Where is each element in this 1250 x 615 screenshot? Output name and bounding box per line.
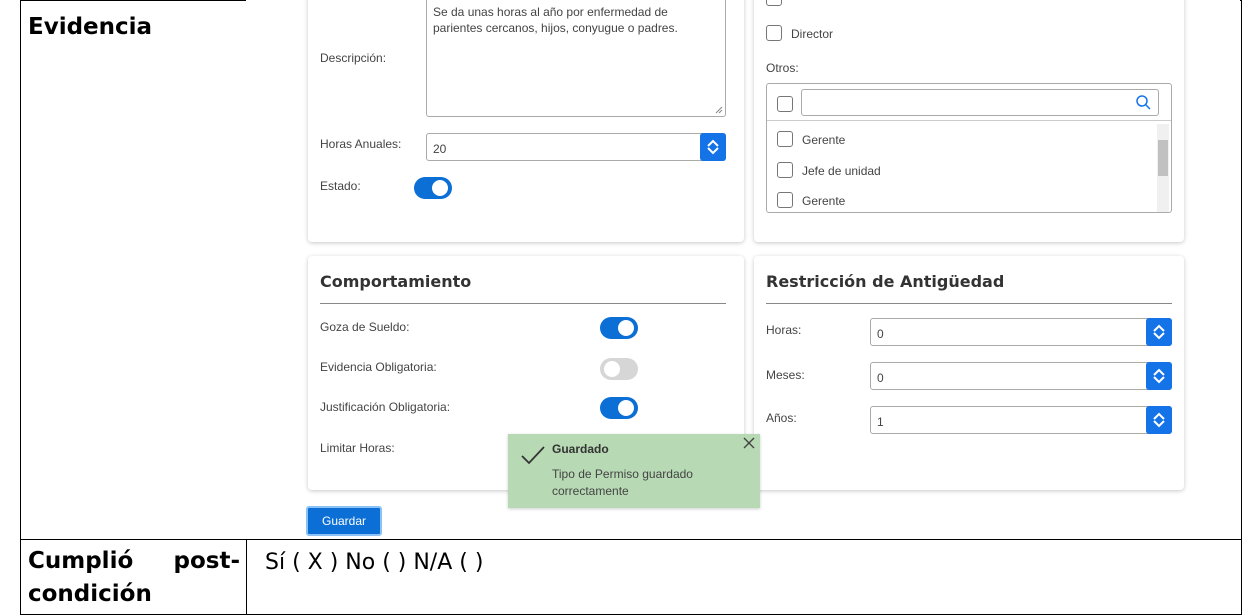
chevron-up-icon[interactable] [1153, 324, 1165, 332]
chevron-down-icon[interactable] [707, 147, 719, 155]
years-value: 1 [877, 415, 884, 429]
search-icon[interactable] [1136, 95, 1151, 110]
screenshot-region: Descripción: Se da unas horas al año por… [246, 0, 1240, 539]
months-input[interactable]: 0 [870, 362, 1172, 390]
annual-hours-label: Horas Anuales: [320, 137, 402, 151]
director-label: Director [791, 27, 834, 41]
evidence-label-cell [20, 0, 247, 540]
annual-hours-stepper[interactable] [700, 133, 726, 161]
close-icon[interactable] [742, 436, 756, 450]
role-item-checkbox[interactable] [777, 162, 793, 178]
description-textarea[interactable]: Se da unas horas al año por enfermedad d… [426, 0, 726, 117]
behavior-title: Comportamiento [320, 272, 472, 291]
months-label: Meses: [766, 368, 805, 382]
scrollbar-thumb[interactable] [1158, 140, 1168, 176]
years-stepper[interactable] [1146, 406, 1172, 434]
role-item-label: Jefe de unidad [802, 164, 881, 178]
toast-message-line1: Tipo de Permiso guardado [552, 467, 693, 481]
months-value: 0 [877, 371, 884, 385]
hours-value: 0 [877, 327, 884, 341]
toast-title: Guardado [552, 442, 609, 456]
postcondition-value: Sí ( X ) No ( ) N/A ( ) [265, 550, 484, 575]
role-item-checkbox[interactable] [777, 131, 793, 147]
role-checkbox-hidden[interactable] [766, 0, 782, 6]
months-stepper[interactable] [1146, 362, 1172, 390]
description-text: Se da unas horas al año por enfermedad d… [433, 5, 678, 35]
mandatory-evidence-toggle[interactable] [600, 358, 638, 380]
check-icon [521, 446, 545, 465]
chevron-up-icon[interactable] [707, 139, 719, 147]
seniority-rule [766, 303, 1172, 304]
saved-toast: Guardado Tipo de Permiso guardado correc… [508, 434, 760, 508]
select-all-checkbox[interactable] [777, 96, 793, 112]
years-label: Años: [766, 411, 797, 425]
chevron-down-icon[interactable] [1153, 332, 1165, 340]
chevron-up-icon[interactable] [1153, 412, 1165, 420]
postcondition-label-line1: Cumplió post- [28, 548, 240, 574]
evidence-label: Evidencia [28, 14, 153, 40]
mandatory-evidence-label: Evidencia Obligatoria: [320, 360, 437, 374]
paid-leave-toggle[interactable] [600, 317, 638, 339]
seniority-title: Restricción de Antigüedad [766, 272, 1005, 291]
mandatory-justification-toggle[interactable] [600, 397, 638, 419]
resize-handle-icon[interactable] [715, 106, 723, 114]
status-label: Estado: [320, 179, 361, 193]
listbox-divider [767, 120, 1171, 121]
limit-hours-label: Limitar Horas: [320, 441, 395, 455]
mandatory-justification-label: Justificación Obligatoria: [320, 400, 451, 414]
save-button[interactable]: Guardar [306, 506, 382, 536]
paid-leave-label: Goza de Sueldo: [320, 320, 410, 334]
status-toggle[interactable] [414, 177, 452, 199]
hours-input[interactable]: 0 [870, 318, 1172, 346]
role-item-checkbox[interactable] [777, 192, 793, 208]
hours-label: Horas: [766, 323, 802, 337]
listbox-scrollbar[interactable] [1157, 124, 1169, 212]
others-search-input[interactable] [801, 89, 1159, 116]
description-label: Descripción: [320, 51, 387, 65]
postcondition-label-line2: condición [28, 581, 152, 607]
director-checkbox[interactable] [766, 25, 782, 41]
chevron-down-icon[interactable] [1153, 376, 1165, 384]
chevron-up-icon[interactable] [1153, 368, 1165, 376]
role-item-label: Gerente [802, 194, 846, 208]
behavior-rule [320, 303, 726, 304]
toast-message-line2: correctamente [552, 484, 629, 498]
years-input[interactable]: 1 [870, 406, 1172, 434]
role-item-label: Gerente [802, 133, 846, 147]
annual-hours-input[interactable]: 20 [426, 133, 726, 161]
hours-stepper[interactable] [1146, 318, 1172, 346]
annual-hours-value: 20 [433, 142, 447, 156]
chevron-down-icon[interactable] [1153, 420, 1165, 428]
others-label: Otros: [766, 61, 799, 75]
